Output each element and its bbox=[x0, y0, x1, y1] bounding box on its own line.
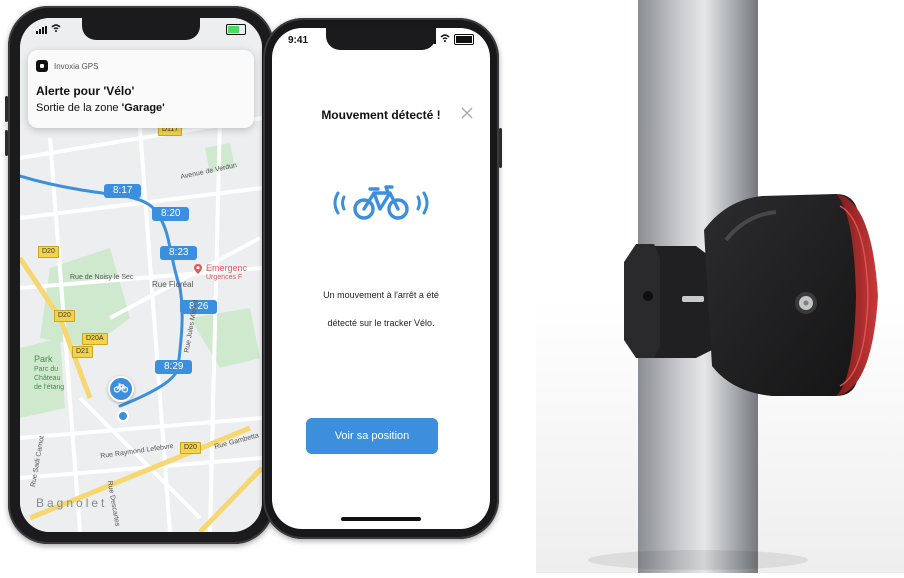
alert-title: Mouvement détecté ! bbox=[321, 108, 441, 122]
route-end-dot bbox=[117, 410, 129, 422]
road-tag: D21 bbox=[72, 346, 93, 358]
road-tag: D20A bbox=[82, 333, 108, 345]
signal-icon bbox=[36, 25, 47, 34]
map-pin-icon bbox=[194, 264, 202, 274]
status-time: 9:41 bbox=[288, 35, 309, 46]
phone-alert: 9:41 Mouvement détecté ! Un mouvement à bbox=[263, 18, 502, 539]
park-label: Park bbox=[34, 354, 53, 364]
street-label: Rue Floréal bbox=[152, 280, 194, 289]
notification-body: Sortie de la zone 'Garage' bbox=[36, 102, 165, 114]
route-time-chip: 8:23 bbox=[160, 246, 198, 260]
notification-body-text: Sortie de la zone bbox=[36, 102, 122, 114]
route-time-chip: 8:17 bbox=[104, 184, 142, 198]
wifi-icon bbox=[51, 24, 61, 35]
bike-motion-icon bbox=[328, 183, 434, 223]
notch bbox=[82, 18, 200, 40]
home-indicator[interactable] bbox=[341, 517, 421, 521]
notch bbox=[326, 28, 436, 50]
battery-icon bbox=[454, 34, 474, 45]
poi-detail: Urgences F bbox=[206, 274, 243, 281]
alert-screen: 9:41 Mouvement détecté ! Un mouvement à bbox=[272, 28, 490, 529]
alert-message-line-2: détecté sur le tracker Vélo. bbox=[327, 318, 435, 328]
notification-zone: 'Garage' bbox=[121, 102, 165, 114]
park-detail-label: Parc du bbox=[34, 366, 59, 373]
poi-name: Emergenc bbox=[206, 263, 248, 273]
tracker-product-photo bbox=[536, 0, 904, 573]
road-tag: D20 bbox=[180, 442, 201, 454]
town-label: Bagnolet bbox=[36, 496, 108, 510]
road-tag: D20 bbox=[54, 310, 75, 322]
phone-map: 8:17 8:20 8:23 8:26 8:29 D117 D20 D20 D2… bbox=[5, 6, 277, 544]
route-time-chip: 8:20 bbox=[152, 207, 190, 221]
road-tag: D20 bbox=[38, 246, 59, 258]
app-icon bbox=[36, 60, 48, 72]
map-screen: 8:17 8:20 8:23 8:26 8:29 D117 D20 D20 D2… bbox=[20, 18, 262, 532]
park-detail-label: de l'étang bbox=[34, 384, 65, 391]
notification-title: Alerte pour 'Vélo' bbox=[36, 84, 135, 98]
close-icon[interactable] bbox=[460, 106, 474, 120]
notification-app-name: Invoxia GPS bbox=[54, 61, 99, 71]
bike-icon bbox=[113, 380, 129, 398]
volume-down-button bbox=[5, 130, 8, 156]
route-time-chip: 8:29 bbox=[155, 360, 193, 374]
park-detail-label: Château bbox=[34, 375, 61, 382]
wifi-icon bbox=[440, 34, 450, 45]
battery-icon bbox=[226, 24, 246, 35]
poi-label[interactable]: Emergenc Urgences F bbox=[194, 263, 248, 282]
push-notification[interactable]: Invoxia GPS Alerte pour 'Vélo' Sortie de… bbox=[28, 50, 254, 128]
view-position-button[interactable]: Voir sa position bbox=[306, 418, 438, 454]
street-label: Rue de Noisy le Sec bbox=[70, 274, 134, 281]
bike-location-marker[interactable] bbox=[108, 376, 134, 402]
power-button bbox=[499, 128, 502, 168]
alert-message-line-1: Un mouvement à l'arrêt a été bbox=[323, 290, 439, 300]
volume-up-button bbox=[5, 96, 8, 122]
